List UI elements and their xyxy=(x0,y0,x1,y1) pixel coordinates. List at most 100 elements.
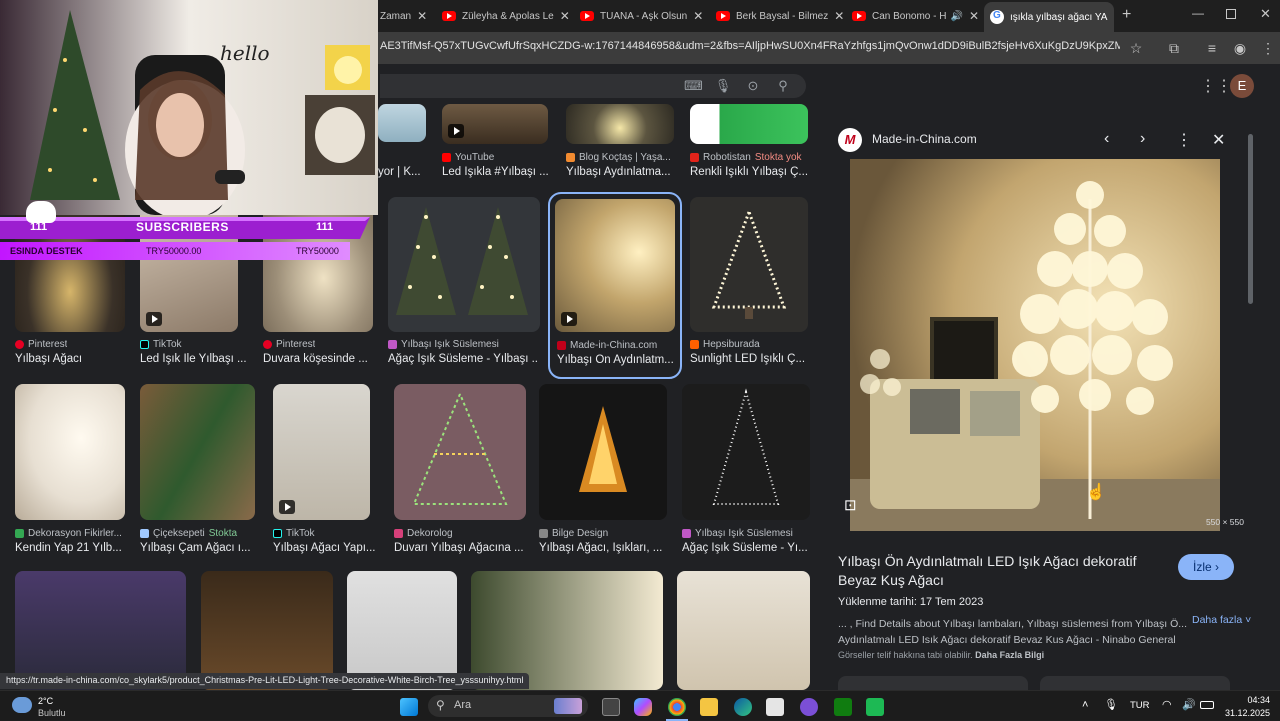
weather-temp[interactable]: 2°C xyxy=(38,696,53,706)
thumbnail[interactable] xyxy=(394,384,526,520)
visit-button[interactable]: İzle › xyxy=(1178,554,1234,580)
copilot-icon[interactable] xyxy=(634,698,652,716)
tab-can-bonomo[interactable]: Can Bonomo - H 🔊 ✕ xyxy=(852,4,980,28)
volume-icon[interactable]: 🔊 xyxy=(1182,698,1196,711)
result-source: Hepsiburada xyxy=(690,339,760,350)
youtube-icon xyxy=(442,153,451,162)
next-arrow-icon[interactable]: › xyxy=(1140,130,1145,148)
learn-more-link[interactable]: Daha Fazla Bilgi xyxy=(975,650,1044,660)
clock-date[interactable]: 31.12.2025 xyxy=(1225,708,1270,718)
thumbnail[interactable] xyxy=(566,104,674,144)
app-icon[interactable] xyxy=(800,698,818,716)
tab-zuleyha[interactable]: Züleyha & Apolas Le ✕ xyxy=(442,4,570,28)
led-tree-image xyxy=(712,388,780,505)
subscribers-label: SUBSCRIBERS xyxy=(136,220,229,234)
bookmark-star-icon[interactable]: ☆ xyxy=(1126,38,1146,58)
tab-active-search[interactable]: ışıkla yılbaşı ağacı YA ✕ xyxy=(984,2,1114,32)
search-box[interactable]: ⌨ 🎙 ⊙ ⚲ xyxy=(380,74,806,98)
thumbnail[interactable] xyxy=(378,104,426,142)
more-options-icon[interactable]: ⋮ xyxy=(1176,130,1192,150)
close-icon[interactable]: ✕ xyxy=(411,9,432,23)
tray-chevron-icon[interactable]: ˄ xyxy=(1082,699,1088,711)
close-icon[interactable]: ✕ xyxy=(828,9,844,23)
result-source: Dekorolog xyxy=(394,528,453,539)
related-chip[interactable] xyxy=(838,676,1028,690)
result-caption: Led Işık Ile Yılbaşı ... xyxy=(140,353,247,365)
mic-icon[interactable]: 🎙 xyxy=(1104,698,1118,711)
result-caption: Duvarı Yılbaşı Ağacına ... xyxy=(394,542,524,554)
prev-arrow-icon[interactable]: ‹ xyxy=(1104,130,1109,148)
battery-icon[interactable] xyxy=(1200,701,1214,709)
close-panel-icon[interactable]: ✕ xyxy=(1212,130,1225,150)
extensions-icon[interactable]: ⧉ xyxy=(1164,38,1184,58)
language-indicator[interactable]: TUR xyxy=(1130,700,1150,711)
result-source: Made-in-China.com xyxy=(557,340,657,351)
url-field[interactable]: AE3TifMsf-Q57xTUGvCwfUfrSqxHCZDG-w:17671… xyxy=(380,40,1120,52)
keyboard-icon[interactable]: ⌨ xyxy=(684,77,703,95)
new-tab-button[interactable]: + xyxy=(1122,6,1131,24)
wifi-icon[interactable]: ◠ xyxy=(1162,698,1172,711)
tab-berk[interactable]: Berk Baysal - Bilmez ✕ xyxy=(716,4,844,28)
close-icon[interactable]: ✕ xyxy=(687,9,708,23)
panel-source[interactable]: Made-in-China.com xyxy=(872,132,977,146)
maximize-button[interactable] xyxy=(1226,9,1236,19)
clock-time[interactable]: 04:34 xyxy=(1247,695,1270,705)
store-icon[interactable] xyxy=(766,698,784,716)
task-view-icon[interactable] xyxy=(602,698,620,716)
thumbnail[interactable] xyxy=(273,384,370,520)
made-in-china-logo: M xyxy=(838,128,862,152)
scrollbar-thumb[interactable] xyxy=(1248,134,1253,304)
edge-icon[interactable] xyxy=(734,698,752,716)
thumbnail[interactable] xyxy=(388,197,540,332)
result-source: Pinterest xyxy=(15,339,67,350)
thumbnail[interactable] xyxy=(677,571,810,690)
thumbnail[interactable] xyxy=(690,104,808,144)
thumbnail[interactable] xyxy=(539,384,667,520)
led-tree-image xyxy=(579,406,627,492)
preview-image[interactable] xyxy=(850,159,1220,531)
search-icon[interactable]: ⚲ xyxy=(774,77,792,95)
minimize-button[interactable]: — xyxy=(1192,6,1204,20)
close-icon[interactable]: ✕ xyxy=(1107,10,1114,24)
app-icon[interactable] xyxy=(866,698,884,716)
thumbnail[interactable] xyxy=(690,197,808,332)
panel-title[interactable]: Yılbaşı Ön Aydınlatmalı LED Işık Ağacı d… xyxy=(838,552,1168,590)
weather-desc[interactable]: Bulutlu xyxy=(38,708,66,718)
sub-count-left: 111 xyxy=(30,221,48,233)
xbox-icon[interactable] xyxy=(834,698,852,716)
youtube-icon xyxy=(852,11,866,21)
thumbnail[interactable] xyxy=(682,384,810,520)
chrome-icon[interactable] xyxy=(668,698,686,716)
thumbnail[interactable] xyxy=(140,384,255,520)
result-caption: Yılbaşı Çam Ağacı ı... xyxy=(140,542,251,554)
start-button-icon[interactable] xyxy=(400,698,418,716)
close-icon[interactable]: ✕ xyxy=(554,9,570,23)
file-explorer-icon[interactable] xyxy=(700,698,718,716)
mic-icon[interactable]: 🎙 xyxy=(714,77,732,95)
thumbnail[interactable] xyxy=(442,104,548,144)
lens-icon[interactable]: ⊙ xyxy=(744,77,762,95)
thumbnail[interactable] xyxy=(555,199,675,332)
weather-cloud-icon[interactable] xyxy=(12,697,32,713)
thumbnail[interactable] xyxy=(15,384,125,520)
window-close-button[interactable]: ✕ xyxy=(1260,6,1271,22)
lens-search-icon[interactable]: ⊡ xyxy=(844,496,857,514)
profile-icon[interactable]: ◉ xyxy=(1230,38,1250,58)
tab-tuana[interactable]: TUANA - Aşk Olsun ✕ xyxy=(580,4,708,28)
google-apps-icon[interactable]: ⋮⋮ xyxy=(1200,76,1232,96)
menu-icon[interactable]: ⋮ xyxy=(1258,38,1278,58)
webcam-feed: hello xyxy=(0,0,378,215)
speaker-icon[interactable]: 🔊 xyxy=(950,11,962,22)
taskbar-search[interactable]: ⚲ Ara xyxy=(428,695,588,717)
result-card-selected[interactable]: Made-in-China.com Yılbaşı Ön Aydınlatm..… xyxy=(548,192,682,379)
site-icon xyxy=(388,340,397,349)
result-caption: yor | K... xyxy=(378,166,421,178)
tab-zaman[interactable]: Zaman ✕ xyxy=(380,4,432,28)
avatar[interactable]: E xyxy=(1230,74,1254,98)
more-link[interactable]: Daha fazla ˅ xyxy=(1192,614,1251,627)
upload-date: Yüklenme tarihi: 17 Tem 2023 xyxy=(838,596,984,608)
related-chip[interactable] xyxy=(1040,676,1230,690)
close-icon[interactable]: ✕ xyxy=(963,9,980,23)
media-controls-icon[interactable]: ≡ xyxy=(1202,38,1222,58)
site-icon xyxy=(15,529,24,538)
